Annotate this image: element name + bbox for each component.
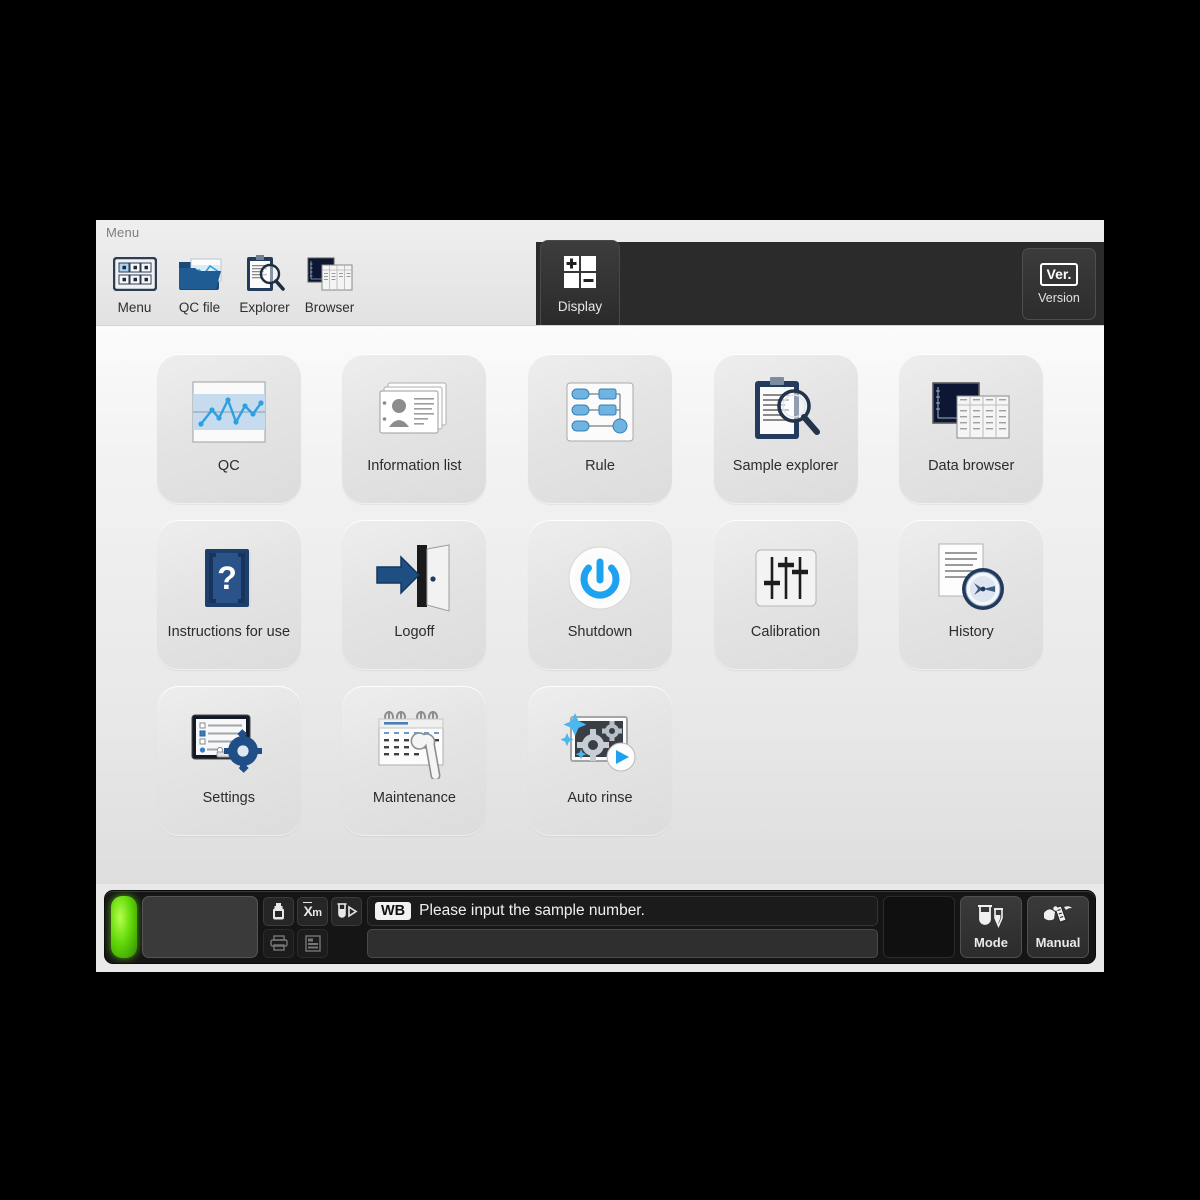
tile-sample-explorer[interactable]: Sample explorer <box>713 354 858 504</box>
toolbar-item-menu-label: Menu <box>117 300 152 315</box>
sliders-icon <box>714 538 858 618</box>
tile-sample-explorer-label: Sample explorer <box>732 458 839 474</box>
message-line: WB Please input the sample number. <box>367 896 878 926</box>
sample-tubes-icon <box>977 904 1005 933</box>
qc-line-chart-icon <box>157 372 301 452</box>
tab-display[interactable]: Display <box>540 240 620 328</box>
toolbar-item-browser[interactable]: Browser <box>297 246 362 324</box>
tile-instructions-for-use-label: Instructions for use <box>167 624 291 640</box>
tile-data-browser-label: Data browser <box>928 458 1015 474</box>
plus-minus-grid-icon <box>563 255 597 294</box>
toolbar-item-qc-file[interactable]: QC file <box>167 246 232 324</box>
toolbar-item-menu[interactable]: Menu <box>102 246 167 324</box>
tile-logoff-label: Logoff <box>394 624 435 640</box>
tile-empty-2 <box>899 686 1043 836</box>
clipboard-magnifier-icon <box>714 372 858 452</box>
toolbar-item-explorer-label: Explorer <box>239 300 290 315</box>
clipboard-magnifier-icon <box>244 251 286 297</box>
analyzer-window: Menu Display Ver. Version Menu QC file E… <box>96 220 1104 972</box>
qc-file-folder-icon <box>177 251 223 297</box>
tile-information-list-label: Information list <box>367 458 462 474</box>
tube-arrow-icon[interactable] <box>331 896 362 926</box>
tile-maintenance-label: Maintenance <box>372 790 456 806</box>
status-bar-inner: Xm WB Please input the sample number. Mo… <box>104 890 1096 964</box>
tile-rule-label: Rule <box>585 458 615 474</box>
message-column: WB Please input the sample number. <box>367 896 878 958</box>
hand-tube-icon <box>1043 904 1073 933</box>
tile-auto-rinse-label: Auto rinse <box>567 790 633 806</box>
tile-maintenance[interactable]: Maintenance <box>342 686 487 836</box>
manual-button[interactable]: Manual <box>1027 896 1089 958</box>
toolbar-dark-panel: Display Ver. Version <box>536 240 1104 328</box>
blue-book-question-icon: ? <box>157 538 301 618</box>
toolbar-buttons: Menu QC file Explorer Browser <box>102 242 362 324</box>
mode-button[interactable]: Mode <box>960 896 1022 958</box>
list-output-icon[interactable] <box>297 928 328 958</box>
id-cards-icon <box>342 372 486 452</box>
tile-logoff[interactable]: Logoff <box>342 520 487 670</box>
chart-table-icon <box>899 372 1043 452</box>
tile-rule[interactable]: Rule <box>527 354 672 504</box>
tile-empty-1 <box>714 686 858 836</box>
power-button-icon <box>528 538 672 618</box>
flowchart-rule-icon <box>528 372 672 452</box>
tab-version[interactable]: Ver. Version <box>1022 248 1096 320</box>
tile-settings[interactable]: Settings <box>156 686 301 836</box>
xm-mean-icon[interactable]: Xm <box>297 896 328 926</box>
tile-auto-rinse[interactable]: Auto rinse <box>527 686 672 836</box>
sparkle-gear-play-icon <box>528 704 672 784</box>
status-bar: Xm WB Please input the sample number. Mo… <box>96 884 1104 972</box>
menu-grid: QC Information list Rule Sample explorer… <box>136 354 1064 836</box>
toolbar-item-qc-file-label: QC file <box>178 300 221 315</box>
tile-qc-label: QC <box>217 458 240 474</box>
status-message: Please input the sample number. <box>419 901 645 919</box>
menu-grid-panel: QC Information list Rule Sample explorer… <box>96 325 1104 884</box>
tab-version-label: Version <box>1038 290 1080 305</box>
tile-information-list[interactable]: Information list <box>342 354 487 504</box>
menu-grid-icon <box>112 251 157 297</box>
mode-button-label: Mode <box>974 935 1008 950</box>
door-exit-arrow-icon <box>342 538 486 618</box>
calendar-wrench-icon <box>342 704 486 784</box>
toolbar-item-explorer[interactable]: Explorer <box>232 246 297 324</box>
tile-instructions-for-use[interactable]: ? Instructions for use <box>156 520 301 670</box>
document-clock-icon <box>899 538 1043 618</box>
status-led <box>111 896 137 958</box>
window-title: Menu <box>106 225 140 240</box>
tile-history[interactable]: History <box>899 520 1044 670</box>
reagent-bottle-icon[interactable] <box>263 896 294 926</box>
svg-text:?: ? <box>217 560 237 596</box>
status-reserved-box <box>883 896 955 958</box>
tab-display-label: Display <box>557 299 603 314</box>
printer-icon[interactable] <box>263 928 294 958</box>
tile-shutdown[interactable]: Shutdown <box>527 520 672 670</box>
status-icon-buttons: Xm <box>263 896 362 958</box>
tile-settings-label: Settings <box>202 790 255 806</box>
tile-calibration[interactable]: Calibration <box>713 520 858 670</box>
screen-gear-icon <box>157 704 301 784</box>
tile-history-label: History <box>948 624 994 640</box>
tile-data-browser[interactable]: Data browser <box>899 354 1044 504</box>
tile-shutdown-label: Shutdown <box>567 624 633 640</box>
version-badge-icon: Ver. <box>1039 263 1079 286</box>
top-toolbar: Menu Display Ver. Version Menu QC file E… <box>96 220 1104 328</box>
status-badge: WB <box>375 901 412 920</box>
tile-calibration-label: Calibration <box>750 624 821 640</box>
chart-table-icon <box>307 251 353 297</box>
tile-qc[interactable]: QC <box>156 354 301 504</box>
manual-button-label: Manual <box>1035 935 1081 950</box>
toolbar-item-browser-label: Browser <box>304 300 355 315</box>
status-display-box <box>142 896 258 958</box>
sample-number-input[interactable] <box>367 928 878 958</box>
